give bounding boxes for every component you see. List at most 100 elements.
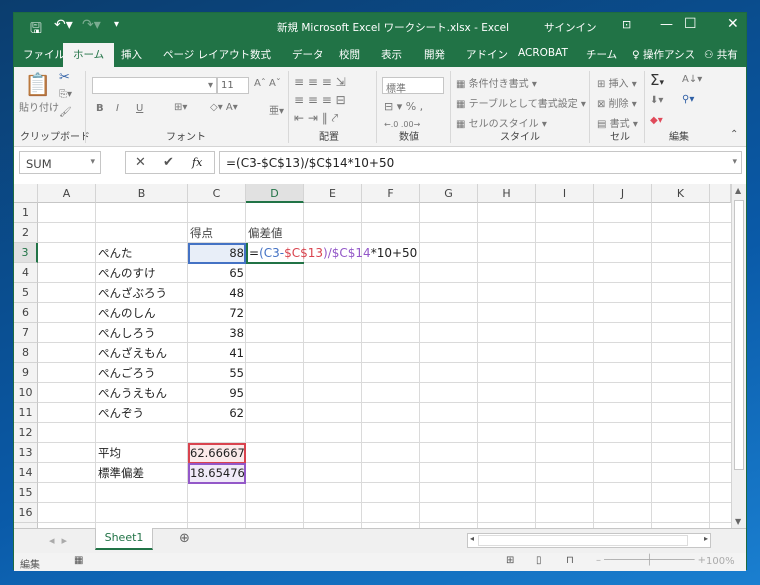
cell-score[interactable]: 48 — [188, 283, 246, 303]
cell-score[interactable]: 41 — [188, 343, 246, 363]
redo-icon[interactable]: ↷▾ — [82, 17, 101, 33]
paste-button[interactable]: 貼り付け — [19, 99, 59, 114]
scroll-down-icon[interactable]: ▼ — [735, 517, 741, 526]
close-button[interactable]: ✕ — [727, 16, 739, 32]
fill-icon[interactable]: ⬇▾ — [650, 95, 663, 106]
tell-me[interactable]: ♀ 操作アシス — [632, 47, 695, 62]
cell-c14[interactable]: 18.65476 — [188, 463, 246, 483]
share-button[interactable]: ⚇ 共有 — [704, 47, 738, 62]
tab-file[interactable]: ファイル — [23, 47, 65, 62]
column-header-g[interactable]: G — [420, 184, 478, 203]
column-header-h[interactable]: H — [478, 184, 536, 203]
row-header-11[interactable]: 11 — [14, 403, 38, 423]
cell-score[interactable]: 72 — [188, 303, 246, 323]
ribbon-display-icon[interactable]: ⊡ — [622, 18, 631, 31]
font-name-dropdown[interactable]: ▾ — [92, 77, 217, 94]
cell-name[interactable]: ぺんうえもん — [96, 383, 169, 403]
alignment-icons[interactable]: ≡ ≡ ≡ ⇲ ≡ ≡ ≡ ⊟ ⇤ ⇥ ∥ ⤤ — [294, 73, 346, 127]
expand-formula-icon[interactable]: ▾ — [732, 157, 737, 167]
clear-icon[interactable]: ◆▾ — [650, 115, 663, 126]
column-header-k[interactable]: K — [652, 184, 710, 203]
column-header-a[interactable]: A — [38, 184, 96, 203]
select-all-button[interactable] — [14, 184, 38, 203]
zoom-slider[interactable]: – ───────┼─────── + — [596, 555, 706, 566]
tab-addins[interactable]: アドイン — [466, 47, 508, 62]
conditional-format-button[interactable]: ▦ 条件付き書式 ▾ — [456, 75, 537, 90]
font-size-dropdown[interactable]: 11 — [217, 77, 249, 94]
save-icon[interactable]: 🖫 — [30, 18, 42, 42]
cell-b3[interactable]: ぺんた — [96, 243, 135, 263]
cell-score[interactable]: 65 — [188, 263, 246, 283]
format-as-table-button[interactable]: ▦ テーブルとして書式設定 ▾ — [456, 95, 586, 110]
add-sheet-icon[interactable]: ⊕ — [179, 531, 190, 546]
row-header-6[interactable]: 6 — [14, 303, 38, 323]
column-header-f[interactable]: F — [362, 184, 420, 203]
cell-score[interactable]: 62 — [188, 403, 246, 423]
chevron-down-icon[interactable]: ▾ — [90, 157, 95, 167]
phonetic-icon[interactable]: 亜▾ — [269, 102, 284, 117]
cell-c13[interactable]: 62.66667 — [188, 443, 246, 463]
tab-insert[interactable]: 挿入 — [121, 47, 142, 62]
italic-button[interactable]: I — [116, 103, 119, 114]
hscroll-thumb[interactable] — [478, 535, 688, 546]
row-header-2[interactable]: 2 — [14, 223, 38, 243]
row-header-7[interactable]: 7 — [14, 323, 38, 343]
cancel-icon[interactable]: ✕ — [135, 155, 146, 170]
tab-acrobat[interactable]: ACROBAT — [518, 47, 568, 59]
bold-button[interactable]: B — [96, 103, 104, 114]
number-format-dropdown[interactable]: 標準 — [382, 77, 444, 95]
row-header-13[interactable]: 13 — [14, 443, 38, 463]
collapse-ribbon-icon[interactable]: ⌃ — [730, 129, 738, 140]
macro-record-icon[interactable]: ▦ — [74, 555, 83, 566]
cell-name[interactable]: ぺんぞう — [96, 403, 146, 423]
tab-formulas[interactable]: 数式 — [250, 47, 271, 62]
row-header-16[interactable]: 16 — [14, 503, 38, 523]
row-header-10[interactable]: 10 — [14, 383, 38, 403]
row-header-4[interactable]: 4 — [14, 263, 38, 283]
row-header-15[interactable]: 15 — [14, 483, 38, 503]
tab-home[interactable]: ホーム — [63, 43, 115, 67]
format-painter-icon[interactable]: 🖌 — [59, 107, 72, 118]
tab-view[interactable]: 表示 — [381, 47, 402, 62]
tab-data[interactable]: データ — [292, 47, 324, 62]
tab-page-layout[interactable]: ページ レイアウト — [163, 47, 250, 62]
horizontal-scrollbar[interactable]: ◂ ▸ — [467, 533, 711, 548]
formula-input[interactable]: =(C3-$C$13)/$C$14*10+50 ▾ — [219, 151, 742, 174]
undo-icon[interactable]: ↶▾ — [54, 17, 73, 33]
scroll-up-icon[interactable]: ▲ — [735, 186, 741, 195]
percent-icon[interactable]: ⊟ ▾ % , — [384, 100, 423, 113]
autosum-icon[interactable]: Σ▾ — [650, 71, 664, 89]
column-header-b[interactable]: B — [96, 184, 188, 203]
insert-function-icon[interactable]: fx — [192, 156, 202, 169]
row-header-9[interactable]: 9 — [14, 363, 38, 383]
row-header-12[interactable]: 12 — [14, 423, 38, 443]
normal-view-icon[interactable]: ⊞ — [506, 555, 514, 566]
sheet-nav-icons[interactable]: ◂ ▸ — [49, 534, 67, 547]
cell-name[interactable]: ぺんのすけ — [96, 263, 158, 283]
row-header-14[interactable]: 14 — [14, 463, 38, 483]
row-header-8[interactable]: 8 — [14, 343, 38, 363]
tab-developer[interactable]: 開発 — [424, 47, 445, 62]
page-break-view-icon[interactable]: ⊓ — [566, 555, 574, 566]
minimize-button[interactable]: — — [660, 17, 673, 32]
tab-review[interactable]: 校閲 — [339, 47, 360, 62]
cell-score[interactable]: 38 — [188, 323, 246, 343]
copy-icon[interactable]: ⎘▾ — [59, 89, 72, 100]
paste-icon[interactable]: 📋 — [24, 73, 51, 98]
column-header-e[interactable]: E — [304, 184, 362, 203]
cell-name[interactable]: ぺんざぶろう — [96, 283, 169, 303]
insert-cells-button[interactable]: ⊞ 挿入 ▾ — [597, 75, 637, 90]
sheet-tab-sheet1[interactable]: Sheet1 — [95, 528, 153, 550]
scroll-thumb[interactable] — [734, 200, 744, 470]
vertical-scrollbar[interactable]: ▲ ▼ — [731, 184, 746, 528]
find-icon[interactable]: ⚲▾ — [682, 94, 694, 105]
cell-name[interactable]: ぺんざえもん — [96, 343, 169, 363]
zoom-level[interactable]: 100% — [706, 556, 735, 567]
cell-d3-editing[interactable]: =(C3-$C$13)/$C$14*10+50 — [247, 243, 419, 263]
scroll-left-icon[interactable]: ◂ — [470, 534, 474, 543]
underline-button[interactable]: U — [136, 103, 143, 114]
column-header-j[interactable]: J — [594, 184, 652, 203]
signin-link[interactable]: サインイン — [544, 20, 597, 35]
page-layout-view-icon[interactable]: ▯ — [536, 555, 542, 566]
row-header-1[interactable]: 1 — [14, 203, 38, 223]
